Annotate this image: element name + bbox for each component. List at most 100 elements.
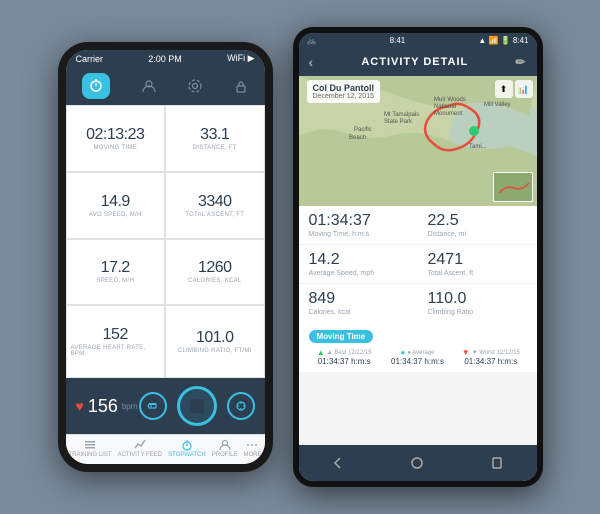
- nav-stopwatch[interactable]: STOPWATCH: [168, 439, 206, 458]
- svg-text:Tami...: Tami...: [469, 144, 487, 150]
- nav-profile[interactable]: PROFILE: [212, 439, 238, 458]
- best-stat: ▲ ▲ Best 12/12/15 01:34:37 h:m:s: [309, 348, 380, 366]
- heart-rate-value: 152: [103, 326, 128, 344]
- svg-text:Mill Valley: Mill Valley: [484, 102, 511, 108]
- android-device: 🚲 8:41 ▲ 📶 🔋 8:41 ‹ ACTIVITY DETAIL ✏: [293, 27, 543, 487]
- stop-icon: [190, 399, 204, 413]
- reset-button[interactable]: [139, 392, 167, 420]
- worst-label: ▼ ▼ Worst 12/12/15: [455, 348, 526, 357]
- avg-label: ● ● Average: [382, 348, 453, 357]
- moving-time-stats: ▲ ▲ Best 12/12/15 01:34:37 h:m:s ● ● Ave…: [309, 344, 527, 370]
- nav-more[interactable]: MORE: [243, 439, 261, 458]
- metrics-grid: 02:13:23 MOVING TIME 33.1 DISTANCE, ft 1…: [66, 105, 265, 378]
- bpm-value: 156: [88, 396, 118, 417]
- speed-value: 17.2: [101, 259, 130, 277]
- android-nav-bar[interactable]: [299, 445, 537, 481]
- android-distance-label: Distance, mi: [428, 231, 527, 238]
- avg-speed-label: AVG SPEED, m/h: [89, 212, 142, 218]
- lock-tab[interactable]: [234, 79, 248, 93]
- svg-text:Monument: Monument: [434, 111, 463, 117]
- android-moving-time-label: Moving Time, h:m:s: [309, 231, 408, 238]
- calories-label: CALORIES, kcal: [188, 278, 242, 284]
- stopwatch-tab[interactable]: [82, 73, 110, 99]
- android-stat-total-ascent: 2471 Total Ascent, ft: [418, 245, 537, 284]
- android-left-icons: 🚲: [307, 36, 317, 45]
- android-back-button[interactable]: ‹: [309, 54, 315, 70]
- svg-text:Pacific: Pacific: [354, 127, 372, 133]
- android-stat-avg-speed: 14.2 Average Speed, mph: [299, 245, 418, 284]
- heart-icon: ♥: [76, 398, 84, 414]
- android-climbing-ratio-value: 110.0: [428, 290, 527, 308]
- android-back-nav[interactable]: [326, 451, 350, 475]
- avg-stat: ● ● Average 01:34:37 h:m:s: [382, 348, 453, 366]
- heart-rate-section: ♥ 156 bpm: [66, 378, 265, 434]
- iphone-status-bar: Carrier 2:00 PM WiFi ▶: [66, 50, 265, 67]
- android-recents-nav[interactable]: [485, 451, 509, 475]
- android-moving-time-value: 01:34:37: [309, 212, 408, 230]
- metric-moving-time: 02:13:23 MOVING TIME: [66, 105, 166, 172]
- best-value: 01:34:37 h:m:s: [309, 357, 380, 366]
- android-stat-calories: 849 Calories, kcal: [299, 284, 418, 322]
- svg-text:Mt Tamalpais: Mt Tamalpais: [384, 112, 419, 118]
- bottom-nav[interactable]: TRAINING LIST ACTIVITY FEED STOPWATCH PR…: [66, 434, 265, 464]
- best-label: ▲ ▲ Best 12/12/15: [309, 348, 380, 357]
- profile-tab[interactable]: [142, 79, 156, 93]
- map-title-overlay: Col Du Pantoll December 12, 2015: [307, 80, 381, 103]
- climbing-ratio-label: CLIMBING RATIO, ft/mi: [178, 348, 252, 354]
- nav-training-list-label: TRAINING LIST: [69, 452, 112, 458]
- chart-button[interactable]: 📊: [515, 80, 533, 98]
- activity-detail-title: ACTIVITY DETAIL: [361, 56, 468, 68]
- metric-total-ascent: 3340 TOTAL ASCENT, ft: [165, 172, 265, 239]
- moving-time-section: Moving Time ▲ ▲ Best 12/12/15 01:34:37 h…: [299, 322, 537, 372]
- control-buttons[interactable]: [139, 386, 255, 426]
- iphone-device: Carrier 2:00 PM WiFi ▶: [58, 42, 273, 472]
- iphone-time: 2:00 PM: [148, 54, 182, 64]
- android-calories-value: 849: [309, 290, 408, 308]
- metric-avg-speed: 14.9 AVG SPEED, m/h: [66, 172, 166, 239]
- android-total-ascent-label: Total Ascent, ft: [428, 270, 527, 277]
- refresh-button[interactable]: [227, 392, 255, 420]
- nav-profile-label: PROFILE: [212, 452, 238, 458]
- metric-heart-rate: 152 AVERAGE HEART RATE, bpm: [66, 305, 166, 378]
- nav-activity-feed[interactable]: ACTIVITY FEED: [118, 439, 163, 458]
- nav-activity-feed-label: ACTIVITY FEED: [118, 452, 163, 458]
- carrier-label: Carrier: [76, 54, 104, 64]
- map-activity-title: Col Du Pantoll: [313, 83, 375, 93]
- map-section[interactable]: Pacific Beach Mt Tamalpais State Park Mu…: [299, 76, 537, 206]
- android-avg-speed-value: 14.2: [309, 251, 408, 269]
- android-stat-moving-time: 01:34:37 Moving Time, h:m:s: [299, 206, 418, 245]
- svg-text:Beach: Beach: [349, 135, 366, 141]
- speed-label: SPEED, m/h: [96, 278, 134, 284]
- android-total-ascent-value: 2471: [428, 251, 527, 269]
- android-home-nav[interactable]: [405, 451, 429, 475]
- map-thumbnail[interactable]: [493, 172, 533, 202]
- android-distance-value: 22.5: [428, 212, 527, 230]
- distance-value: 33.1: [200, 126, 229, 144]
- distance-label: DISTANCE, ft: [193, 145, 237, 151]
- total-ascent-label: TOTAL ASCENT, ft: [185, 212, 244, 218]
- metric-climbing-ratio: 101.0 CLIMBING RATIO, ft/mi: [165, 305, 265, 378]
- android-right-icons: ▲ 📶 🔋 8:41: [478, 36, 528, 45]
- worst-stat: ▼ ▼ Worst 12/12/15 01:34:37 h:m:s: [455, 348, 526, 366]
- nav-training-list[interactable]: TRAINING LIST: [69, 439, 112, 458]
- android-stats: 01:34:37 Moving Time, h:m:s 22.5 Distanc…: [299, 206, 537, 322]
- avg-speed-value: 14.9: [101, 193, 130, 211]
- moving-time-label: MOVING TIME: [93, 145, 137, 151]
- avg-value: 01:34:37 h:m:s: [382, 357, 453, 366]
- android-stat-distance: 22.5 Distance, mi: [418, 206, 537, 245]
- nav-stopwatch-label: STOPWATCH: [168, 452, 206, 458]
- android-edit-button[interactable]: ✏: [515, 55, 526, 69]
- stop-button[interactable]: [177, 386, 217, 426]
- share-button[interactable]: ⬆: [495, 80, 513, 98]
- metric-distance: 33.1 DISTANCE, ft: [165, 105, 265, 172]
- android-header[interactable]: ‹ ACTIVITY DETAIL ✏: [299, 48, 537, 76]
- android-time: 8:41: [390, 36, 406, 45]
- bpm-unit: bpm: [122, 402, 138, 411]
- iphone-tab-bar[interactable]: [66, 67, 265, 105]
- android-status-bar: 🚲 8:41 ▲ 📶 🔋 8:41: [299, 33, 537, 48]
- wifi-label: WiFi ▶: [227, 53, 254, 64]
- metric-calories: 1260 CALORIES, kcal: [165, 239, 265, 306]
- android-screen: 🚲 8:41 ▲ 📶 🔋 8:41 ‹ ACTIVITY DETAIL ✏: [299, 33, 537, 481]
- svg-text:National: National: [434, 104, 456, 110]
- settings-tab[interactable]: [188, 79, 202, 93]
